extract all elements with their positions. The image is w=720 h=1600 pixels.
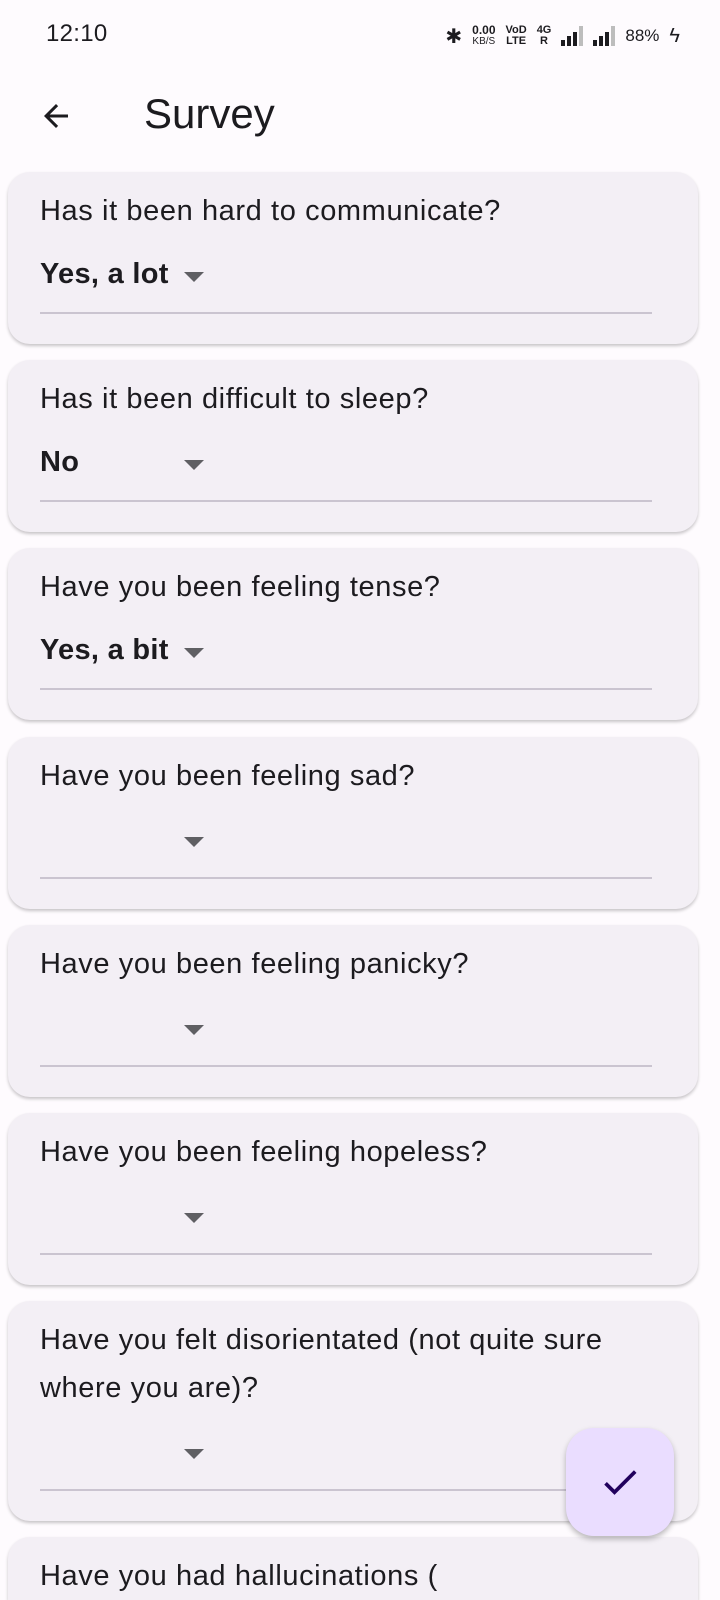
- question-card: Has it been difficult to sleep? No: [8, 360, 698, 532]
- dropdown-arrow-icon: [184, 1025, 204, 1035]
- question-card: Have you been feeling sad?: [8, 737, 698, 909]
- network-speed-unit: KB/S: [472, 36, 496, 47]
- app-bar: Survey: [0, 72, 720, 166]
- volte-bottom: LTE: [506, 35, 527, 47]
- status-icons: ✱ 0.00 KB/S VoD LTE 4G R 88% ϟ: [445, 22, 680, 50]
- submit-fab[interactable]: [566, 1428, 674, 1536]
- question-text: Have you been feeling sad?: [40, 760, 416, 792]
- status-bar: 12:10 ✱ 0.00 KB/S VoD LTE 4G R 88% ϟ: [0, 0, 720, 72]
- question-text: Have you been feeling hopeless?: [40, 1136, 488, 1168]
- question-text: Has it been hard to communicate?: [40, 195, 501, 227]
- charging-icon: ϟ: [669, 24, 680, 47]
- dropdown-arrow-icon: [184, 1213, 204, 1223]
- question-text: Have you felt disorientated (not quite s…: [40, 1324, 603, 1404]
- answer-dropdown[interactable]: [40, 1193, 652, 1255]
- question-card: Have you been feeling tense? Yes, a bit: [8, 548, 698, 720]
- network-speed-value: 0.00: [472, 23, 496, 37]
- signal-icon-sim2: [593, 26, 616, 46]
- dropdown-arrow-icon: [184, 648, 204, 658]
- arrow-back-icon: [44, 104, 68, 128]
- signal-icon-sim1: [561, 26, 584, 46]
- question-text: Has it been difficult to sleep?: [40, 383, 429, 415]
- dropdown-value: Yes, a bit: [40, 634, 169, 666]
- dropdown-arrow-icon: [184, 837, 204, 847]
- question-card: Have you had hallucinations (: [8, 1537, 698, 1600]
- question-text: Have you been feeling panicky?: [40, 948, 470, 980]
- dropdown-arrow-icon: [184, 272, 204, 282]
- volte-icon: VoD LTE: [506, 25, 527, 47]
- dropdown-value: No: [40, 446, 80, 478]
- dropdown-value: Yes, a lot: [40, 258, 169, 290]
- answer-dropdown[interactable]: [40, 1429, 652, 1491]
- network-speed: 0.00 KB/S: [472, 23, 496, 47]
- status-time: 12:10: [46, 20, 108, 47]
- roaming-indicator: R: [540, 35, 548, 47]
- question-card: Have you been feeling panicky?: [8, 925, 698, 1097]
- dropdown-arrow-icon: [184, 1449, 204, 1459]
- answer-dropdown[interactable]: [40, 1005, 652, 1067]
- back-button[interactable]: [28, 88, 84, 144]
- question-text: Have you been feeling tense?: [40, 571, 441, 603]
- question-card: Have you been feeling hopeless?: [8, 1113, 698, 1285]
- network-type-icon: 4G R: [537, 25, 552, 47]
- bluetooth-icon: ✱: [445, 25, 463, 48]
- answer-dropdown[interactable]: No: [40, 440, 652, 502]
- battery-level: 88%: [625, 26, 660, 45]
- question-text: Have you had hallucinations (: [40, 1560, 438, 1592]
- answer-dropdown[interactable]: Yes, a bit: [40, 628, 652, 690]
- page-title: Survey: [144, 90, 275, 137]
- answer-dropdown[interactable]: Yes, a lot: [40, 252, 652, 314]
- dropdown-arrow-icon: [184, 460, 204, 470]
- check-icon: [604, 1470, 637, 1495]
- answer-dropdown[interactable]: [40, 817, 652, 879]
- question-card: Has it been hard to communicate? Yes, a …: [8, 172, 698, 344]
